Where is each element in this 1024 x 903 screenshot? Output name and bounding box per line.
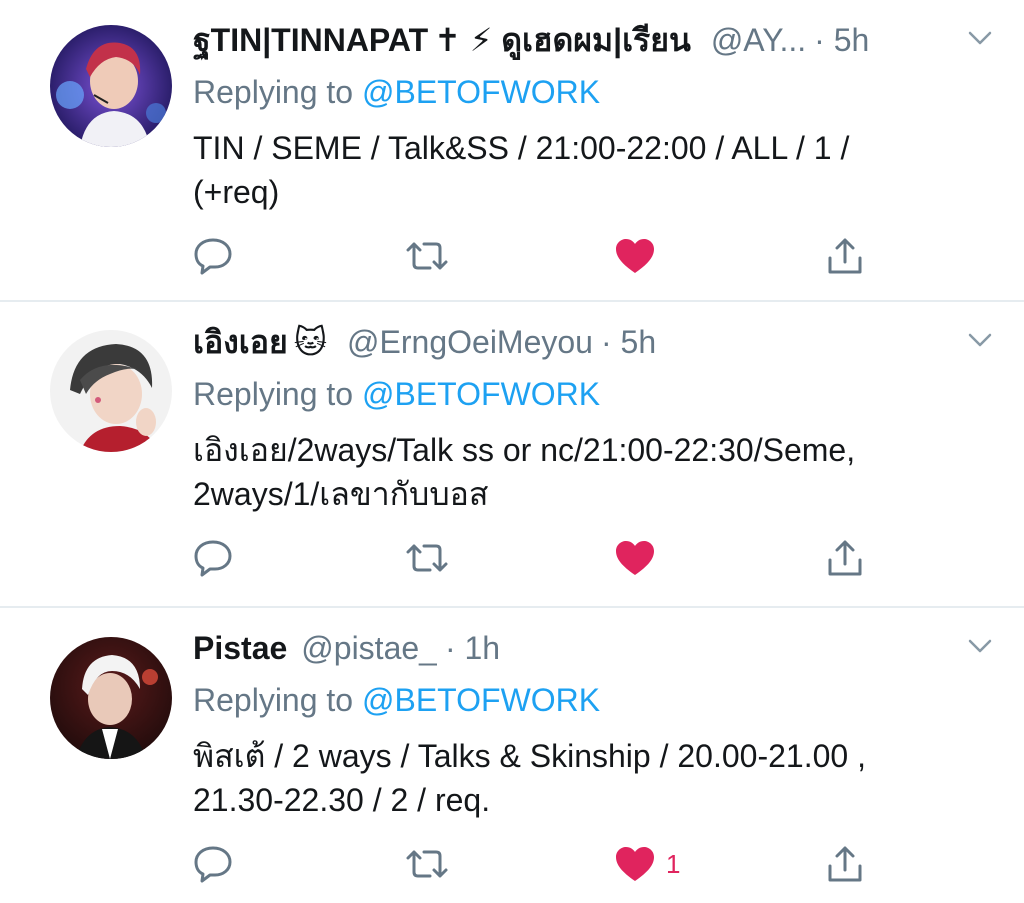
timestamp[interactable]: · 1h <box>445 626 500 670</box>
heart-icon <box>616 847 654 881</box>
replying-to: Replying to @BETOFWORK <box>193 70 600 114</box>
retweet-button[interactable] <box>404 842 450 886</box>
avatar[interactable] <box>50 637 172 759</box>
tweet-text-line: เอิงเอย/2ways/Talk ss or nc/21:00-22:30/… <box>193 432 856 468</box>
reply-button[interactable] <box>192 234 234 278</box>
display-name[interactable]: เอิงเอย <box>193 320 288 364</box>
heart-icon <box>616 541 654 575</box>
reply-icon <box>194 846 232 883</box>
tweet-text-line: 2ways/1/เลขากับบอส <box>193 476 489 512</box>
replying-to: Replying to @BETOFWORK <box>193 372 600 416</box>
reply-icon <box>194 238 232 275</box>
retweet-icon <box>406 850 448 878</box>
like-button[interactable]: 1 <box>614 842 680 886</box>
like-count: 1 <box>666 848 681 879</box>
tweet-actions <box>0 536 1024 580</box>
timestamp[interactable]: · 5h <box>814 18 869 62</box>
display-name[interactable]: ฐTIN|TINNAPAT <box>193 18 428 62</box>
chevron-down-icon[interactable] <box>966 632 994 660</box>
user-handle[interactable]: @AY... <box>711 18 806 62</box>
tweet-text-line: TIN / SEME / Talk&SS / 21:00-22:00 / ALL… <box>193 130 850 166</box>
timestamp[interactable]: · 5h <box>601 320 656 364</box>
tweet-header: ฐTIN|TINNAPAT ✝ ⚡ ดูเฮดผม|เรียน @AY... ·… <box>193 18 944 62</box>
tweet[interactable]: ฐTIN|TINNAPAT ✝ ⚡ ดูเฮดผม|เรียน @AY... ·… <box>0 0 1024 302</box>
retweet-button[interactable] <box>404 536 450 580</box>
like-button[interactable] <box>614 234 666 278</box>
share-button[interactable] <box>824 842 866 886</box>
chevron-down-icon[interactable] <box>966 326 994 354</box>
tweet-text: พิสเต้ / 2 ways / Talks & Skinship / 20.… <box>193 734 984 822</box>
share-icon <box>828 540 862 576</box>
display-name[interactable]: Pistae <box>193 626 287 670</box>
replying-to: Replying to @BETOFWORK <box>193 678 600 722</box>
avatar[interactable] <box>50 25 172 147</box>
like-button[interactable] <box>614 536 666 580</box>
replying-to-label: Replying to <box>193 682 354 718</box>
share-button[interactable] <box>824 234 866 278</box>
replying-to-label: Replying to <box>193 74 354 110</box>
retweet-icon <box>406 544 448 572</box>
reply-button[interactable] <box>192 536 234 580</box>
chevron-down-icon[interactable] <box>966 24 994 52</box>
tweet-header: เอิงเอย 🐱 @ErngOeiMeyou · 5h <box>193 320 944 364</box>
share-icon <box>828 846 862 882</box>
reply-icon <box>194 540 232 577</box>
tweet-text: TIN / SEME / Talk&SS / 21:00-22:00 / ALL… <box>193 126 984 214</box>
tweet[interactable]: เอิงเอย 🐱 @ErngOeiMeyou · 5h Replying to… <box>0 302 1024 608</box>
user-handle[interactable]: @ErngOeiMeyou <box>347 320 593 364</box>
share-icon <box>828 238 862 274</box>
name-suffix: 🐱 <box>293 324 328 360</box>
tweet-actions <box>0 234 1024 278</box>
retweet-button[interactable] <box>404 234 450 278</box>
tweet[interactable]: Pistae @pistae_ · 1h Replying to @BETOFW… <box>0 608 1024 903</box>
tweet-text-line: พิสเต้ / 2 ways / Talks & Skinship / 20.… <box>193 738 866 774</box>
replying-to-link[interactable]: @BETOFWORK <box>362 376 600 412</box>
heart-icon <box>616 239 654 273</box>
share-button[interactable] <box>824 536 866 580</box>
avatar[interactable] <box>50 330 172 452</box>
replying-to-link[interactable]: @BETOFWORK <box>362 74 600 110</box>
tweet-text-line: (+req) <box>193 174 280 210</box>
replying-to-link[interactable]: @BETOFWORK <box>362 682 600 718</box>
name-suffix: ✝ ⚡ ดูเฮดผม|เรียน <box>434 22 691 58</box>
reply-button[interactable] <box>192 842 234 886</box>
tweet-text-line: 21.30-22.30 / 2 / req. <box>193 782 491 818</box>
tweet-actions: 1 <box>0 842 1024 886</box>
user-handle[interactable]: @pistae_ <box>301 626 437 670</box>
replying-to-label: Replying to <box>193 376 354 412</box>
retweet-icon <box>406 242 448 270</box>
tweet-header: Pistae @pistae_ · 1h <box>193 626 944 670</box>
tweet-text: เอิงเอย/2ways/Talk ss or nc/21:00-22:30/… <box>193 428 984 516</box>
